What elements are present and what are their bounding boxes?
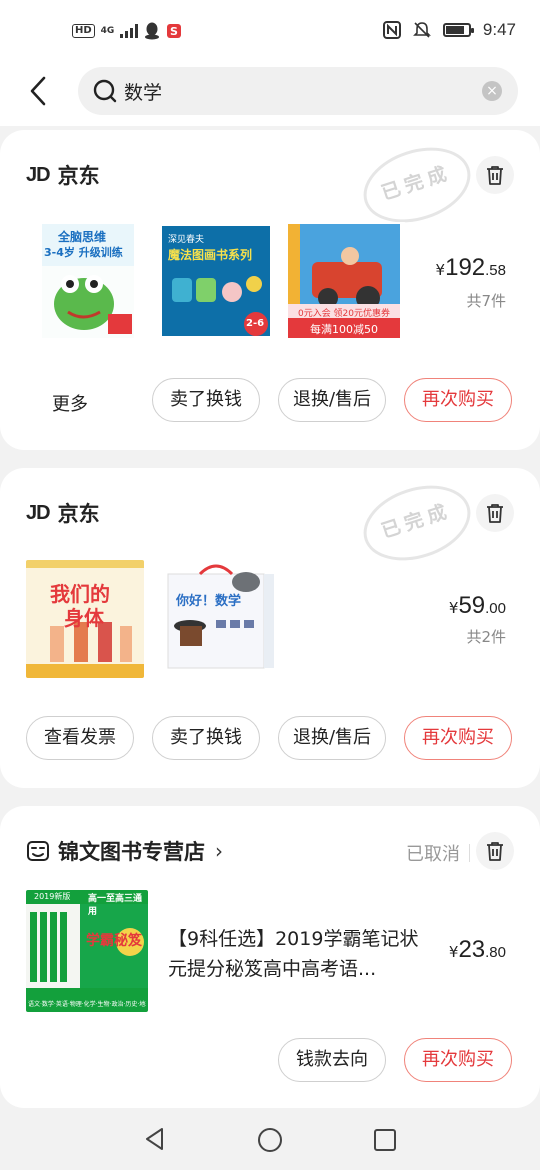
back-triangle-icon[interactable] xyxy=(142,1126,168,1152)
delete-order-button[interactable] xyxy=(476,494,514,532)
more-button[interactable]: 更多 xyxy=(52,390,88,416)
status-bar: HD 4G S 9:47 xyxy=(0,0,540,60)
trash-icon xyxy=(487,166,503,185)
product-images[interactable]: 我们的 身体 你好！数学 xyxy=(26,560,278,678)
jd-logo-icon: JD xyxy=(26,163,51,186)
store-icon xyxy=(27,841,49,861)
hd-indicator: HD xyxy=(72,24,95,38)
search-input[interactable]: 数学 × xyxy=(78,67,518,115)
order-price: ¥192.58 xyxy=(435,254,506,281)
order-card-3[interactable]: 锦文图书专营店 › 已取消 2019新版 高一至高三通用 学霸秘笈 语文·数学· xyxy=(0,806,540,1108)
app-notification-icon: S xyxy=(167,24,182,38)
product-title[interactable]: 【9科任选】2019学霸笔记状元提分秘笈高中高考语... xyxy=(168,924,430,984)
item-count: 共7件 xyxy=(466,292,506,310)
view-invoice-button[interactable]: 查看发票 xyxy=(26,716,134,760)
order-status: 已取消 xyxy=(406,844,460,865)
shop-header[interactable]: 锦文图书专营店 › xyxy=(26,836,223,866)
product-image[interactable]: 深见春夫 魔法图画书系列 2-6 xyxy=(158,222,276,340)
home-circle-icon[interactable] xyxy=(256,1126,284,1154)
nfc-icon xyxy=(382,21,401,39)
back-button[interactable] xyxy=(22,72,54,110)
shop-name: 锦文图书专营店 xyxy=(58,840,205,864)
delete-order-button[interactable] xyxy=(476,156,514,194)
product-image[interactable]: 我们的 身体 xyxy=(26,560,144,678)
jd-logo-icon: JD xyxy=(26,501,51,524)
trash-icon xyxy=(487,504,503,523)
battery-icon xyxy=(442,23,474,37)
chevron-right-icon: › xyxy=(215,839,223,863)
network-type: 4G xyxy=(100,25,115,36)
order-card-2[interactable]: JD 京东 已完成 我们的 身体 你好！数学 ¥59.00 共2件 查看发票 卖… xyxy=(0,468,540,788)
qq-icon xyxy=(145,22,160,40)
completed-stamp: 已完成 xyxy=(353,134,481,236)
buy-again-button[interactable]: 再次购买 xyxy=(404,1038,512,1082)
shop-header[interactable]: JD 京东 xyxy=(26,160,100,190)
product-image[interactable]: 2019新版 高一至高三通用 学霸秘笈 语文·数学·英语·物理·化学·生物·政治… xyxy=(26,890,148,1012)
search-header: 数学 × xyxy=(0,60,540,126)
shop-header[interactable]: JD 京东 xyxy=(26,498,100,528)
system-nav-bar xyxy=(0,1108,540,1170)
return-button[interactable]: 退换/售后 xyxy=(278,378,386,422)
shop-name: 京东 xyxy=(57,502,100,526)
item-count: 共2件 xyxy=(466,628,506,646)
sell-button[interactable]: 卖了换钱 xyxy=(152,378,260,422)
mute-icon xyxy=(412,22,431,38)
status-left: HD 4G S xyxy=(72,22,182,40)
product-image[interactable]: 0元入会 领20元优惠券 每满100减50 xyxy=(288,222,406,340)
signal-icon xyxy=(120,24,139,38)
trash-icon xyxy=(487,842,503,861)
product-image[interactable]: 全脑思维 3-4岁 升级训练 xyxy=(28,222,146,340)
order-card-1[interactable]: JD 京东 已完成 全脑思维 3-4岁 升级训练 深见春夫 魔法图画书系列 2-… xyxy=(0,130,540,450)
recents-square-icon[interactable] xyxy=(372,1127,398,1153)
refund-status-button[interactable]: 钱款去向 xyxy=(278,1038,386,1082)
product-images[interactable]: 2019新版 高一至高三通用 学霸秘笈 语文·数学·英语·物理·化学·生物·政治… xyxy=(26,890,148,1012)
divider xyxy=(469,844,470,862)
search-icon xyxy=(93,79,117,103)
order-price: ¥23.80 xyxy=(448,936,506,963)
product-images[interactable]: 全脑思维 3-4岁 升级训练 深见春夫 魔法图画书系列 2-6 0元入会 领20… xyxy=(28,222,406,340)
svg-text:S: S xyxy=(170,25,178,38)
search-query: 数学 xyxy=(124,82,163,104)
buy-again-button[interactable]: 再次购买 xyxy=(404,716,512,760)
status-right: 9:47 xyxy=(382,20,516,40)
sell-button[interactable]: 卖了换钱 xyxy=(152,716,260,760)
shop-name: 京东 xyxy=(57,164,100,188)
delete-order-button[interactable] xyxy=(476,832,514,870)
product-image[interactable]: 你好！数学 xyxy=(160,560,278,678)
completed-stamp: 已完成 xyxy=(353,472,481,574)
return-button[interactable]: 退换/售后 xyxy=(278,716,386,760)
order-price: ¥59.00 xyxy=(448,592,506,619)
clear-search-icon[interactable]: × xyxy=(482,81,502,101)
chevron-left-icon xyxy=(30,76,46,106)
buy-again-button[interactable]: 再次购买 xyxy=(404,378,512,422)
clock: 9:47 xyxy=(482,20,516,39)
